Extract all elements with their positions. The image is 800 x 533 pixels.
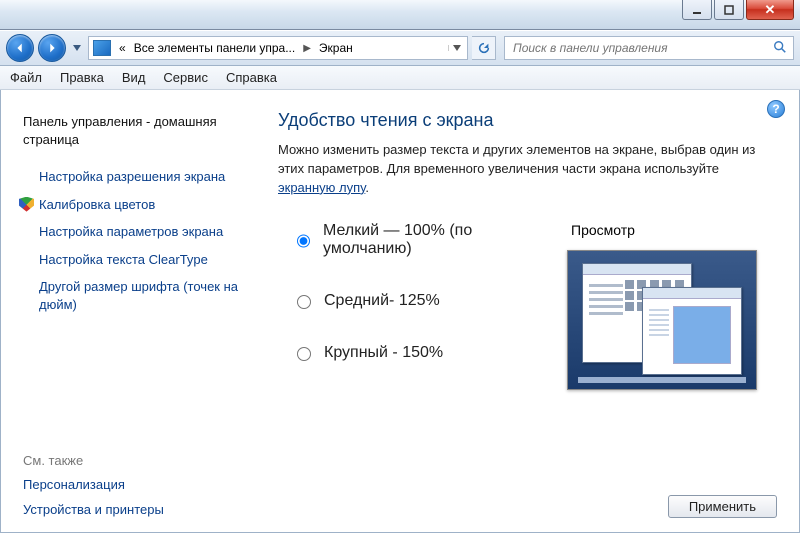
- maximize-button[interactable]: [714, 0, 744, 20]
- preview-label: Просмотр: [567, 222, 777, 238]
- see-also-devices-printers[interactable]: Устройства и принтеры: [19, 497, 244, 522]
- content-pane: ? Удобство чтения с экрана Можно изменит…: [256, 90, 799, 532]
- menu-file[interactable]: Файл: [10, 70, 42, 85]
- preview-image: [567, 250, 757, 390]
- forward-button[interactable]: [38, 34, 66, 62]
- page-description: Можно изменить размер текста и других эл…: [278, 141, 777, 198]
- search-input[interactable]: [511, 40, 773, 56]
- option-large-radio[interactable]: [297, 347, 311, 361]
- search-box[interactable]: [504, 36, 794, 60]
- desc-post: .: [365, 180, 369, 195]
- breadcrumb-dropdown[interactable]: [448, 45, 465, 51]
- menu-service[interactable]: Сервис: [163, 70, 208, 85]
- search-icon[interactable]: [773, 40, 787, 57]
- options-area: Мелкий — 100% (по умолчанию) Средний- 12…: [278, 222, 777, 396]
- preview-window-front: [642, 287, 742, 375]
- breadcrumb-seg-1[interactable]: Все элементы панели упра...: [130, 41, 300, 55]
- nav-toolbar: « Все элементы панели упра... ▶ Экран: [0, 30, 800, 66]
- size-options: Мелкий — 100% (по умолчанию) Средний- 12…: [278, 222, 543, 396]
- menu-bar: Файл Правка Вид Сервис Справка: [0, 66, 800, 90]
- sidebar-link-dpi[interactable]: Другой размер шрифта (точек на дюйм): [19, 273, 244, 318]
- option-large[interactable]: Крупный - 150%: [292, 344, 543, 362]
- close-button[interactable]: ✕: [746, 0, 794, 20]
- apply-button[interactable]: Применить: [668, 495, 777, 518]
- desc-text: Можно изменить размер текста и других эл…: [278, 142, 755, 176]
- chevron-right-icon: ▶: [299, 43, 315, 54]
- see-also-heading: См. также: [19, 449, 244, 472]
- menu-view[interactable]: Вид: [122, 70, 146, 85]
- sidebar-link-display-params[interactable]: Настройка параметров экрана: [19, 218, 244, 246]
- page-title: Удобство чтения с экрана: [278, 110, 777, 131]
- see-also-personalization[interactable]: Персонализация: [19, 472, 244, 497]
- option-large-label: Крупный - 150%: [324, 344, 443, 362]
- see-also: См. также Персонализация Устройства и пр…: [19, 437, 244, 522]
- breadcrumb-prefix: «: [115, 41, 130, 55]
- option-medium[interactable]: Средний- 125%: [292, 292, 543, 310]
- menu-help[interactable]: Справка: [226, 70, 277, 85]
- close-icon: ✕: [765, 2, 776, 18]
- breadcrumb-seg-2[interactable]: Экран: [315, 41, 357, 55]
- option-medium-radio[interactable]: [297, 295, 311, 309]
- main-area: Панель управления - домашняя страница На…: [0, 90, 800, 533]
- sidebar: Панель управления - домашняя страница На…: [1, 90, 256, 532]
- nav-history-dropdown[interactable]: [70, 36, 84, 60]
- option-small-label: Мелкий — 100% (по умолчанию): [323, 222, 543, 258]
- breadcrumb[interactable]: « Все элементы панели упра... ▶ Экран: [88, 36, 468, 60]
- preview-taskbar: [578, 377, 746, 383]
- option-small[interactable]: Мелкий — 100% (по умолчанию): [292, 222, 543, 258]
- sidebar-link-cleartype[interactable]: Настройка текста ClearType: [19, 246, 244, 274]
- sidebar-home-link[interactable]: Панель управления - домашняя страница: [19, 108, 244, 153]
- magnifier-link[interactable]: экранную лупу: [278, 180, 365, 195]
- minimize-button[interactable]: [682, 0, 712, 20]
- menu-edit[interactable]: Правка: [60, 70, 104, 85]
- preview-column: Просмотр: [567, 222, 777, 396]
- help-icon[interactable]: ?: [767, 100, 785, 118]
- sidebar-link-resolution[interactable]: Настройка разрешения экрана: [19, 163, 244, 191]
- refresh-button[interactable]: [472, 36, 496, 60]
- control-panel-icon: [93, 40, 111, 56]
- option-medium-label: Средний- 125%: [324, 292, 440, 310]
- window-titlebar: ✕: [0, 0, 800, 30]
- option-small-radio[interactable]: [297, 234, 310, 248]
- back-button[interactable]: [6, 34, 34, 62]
- apply-row: Применить: [668, 495, 777, 518]
- sidebar-link-calibrate[interactable]: Калибровка цветов: [19, 191, 244, 219]
- window-controls: ✕: [682, 0, 794, 20]
